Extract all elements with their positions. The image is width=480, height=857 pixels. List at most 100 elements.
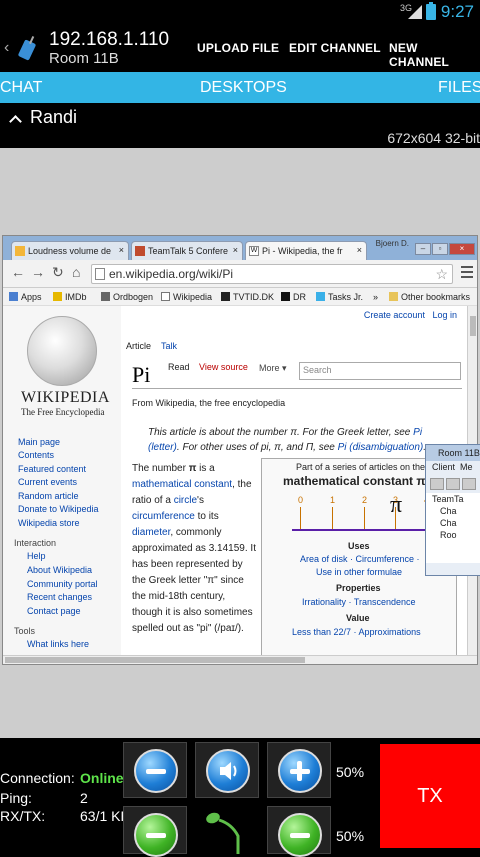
tree-item[interactable]: Cha	[432, 517, 480, 529]
infobox-links[interactable]: Less than 22/7 · Approximations	[292, 627, 421, 637]
close-icon[interactable]: ×	[357, 245, 362, 255]
bookmarks-overflow[interactable]: »	[373, 292, 378, 302]
sidebar-link[interactable]: Donate to Wikipedia	[18, 504, 99, 514]
hatnote-text: This article is about the number π. For …	[148, 427, 414, 438]
body-link[interactable]: diameter	[132, 527, 170, 538]
body-link[interactable]: circumference	[132, 511, 195, 522]
infobox-links[interactable]: Use in other formulae	[316, 567, 402, 577]
maximize-icon[interactable]: ▫	[432, 243, 448, 255]
sidebar-link[interactable]: Help	[27, 551, 46, 561]
menu-me[interactable]: Me	[460, 462, 473, 472]
bookmark-item[interactable]: Tasks Jr.	[316, 292, 363, 302]
bookmark-item[interactable]: Other bookmarks	[389, 292, 470, 302]
browser-tab-active[interactable]: W Pi - Wikipedia, the fr ×	[245, 241, 367, 260]
bookmark-item[interactable]: IMDb	[53, 292, 87, 302]
wikipedia-sidebar: WIKIPEDIA The Free Encyclopedia Main pag…	[3, 306, 121, 656]
minimize-icon[interactable]: –	[415, 243, 431, 255]
wikipedia-globe-logo[interactable]	[27, 316, 97, 386]
transmit-button[interactable]: TX	[380, 744, 480, 848]
tab-chat[interactable]: CHAT	[0, 79, 42, 97]
browser-menu-icon[interactable]	[461, 266, 473, 281]
sidebar-link[interactable]: Current events	[18, 477, 77, 487]
desktop-view[interactable]: Loudness volume de × TeamTalk 5 Confere …	[0, 148, 480, 738]
sidebar-link[interactable]: Random article	[18, 491, 79, 501]
tab-more[interactable]: More ▾	[259, 363, 287, 374]
close-icon[interactable]: ×	[233, 245, 238, 255]
sidebar-link[interactable]: Wikipedia store	[18, 518, 80, 528]
browser-tab-label: TeamTalk 5 Confere	[148, 246, 229, 256]
new-channel-button[interactable]: NEW CHANNEL	[389, 41, 480, 69]
infobox-links[interactable]: Area of disk · Circumference ·	[300, 554, 420, 564]
sidebar-link[interactable]: Contact page	[27, 606, 81, 616]
sidebar-link[interactable]: Contents	[18, 450, 54, 460]
toolbar-icon[interactable]	[446, 478, 460, 490]
number-line-mark	[300, 507, 301, 529]
tab-read[interactable]: Read	[168, 362, 190, 372]
bookmark-item[interactable]: Apps	[9, 292, 42, 302]
sidebar-link[interactable]: About Wikipedia	[27, 565, 92, 575]
browser-tab[interactable]: Loudness volume de ×	[11, 241, 129, 260]
bookmark-label: Tasks Jr.	[328, 292, 364, 302]
upload-file-button[interactable]: UPLOAD FILE	[197, 41, 279, 55]
chevron-up-icon[interactable]	[9, 115, 22, 128]
hatnote-link[interactable]: Pi (disambiguation)	[338, 442, 424, 453]
volume-up-button[interactable]	[267, 742, 331, 798]
sidebar-link[interactable]: What links here	[27, 639, 89, 649]
app-logo-icon[interactable]	[18, 35, 36, 61]
page-title: Pi	[132, 362, 151, 387]
create-account-link[interactable]: Create account	[364, 310, 425, 320]
sidebar-link[interactable]: Community portal	[27, 579, 98, 589]
close-icon[interactable]: ×	[119, 245, 124, 255]
body-link[interactable]: circle	[174, 495, 197, 506]
tree-item[interactable]: Roo	[432, 529, 480, 541]
teamtalk-window[interactable]: Room 11B Client Me TeamTa Cha Cha Roo	[425, 444, 480, 576]
bookmark-label: Wikipedia	[173, 292, 213, 302]
forward-arrow-icon[interactable]: →	[31, 264, 45, 280]
room-name: Room 11B	[49, 50, 119, 67]
number-line-tick: 2	[362, 495, 368, 505]
bookmark-label: DR	[293, 292, 306, 302]
bookmark-item[interactable]: Wikipedia	[161, 292, 212, 302]
bookmark-item[interactable]: TVTID.DK	[221, 292, 274, 302]
bookmark-label: Other bookmarks	[401, 292, 471, 302]
bookmark-item[interactable]: DR	[281, 292, 306, 302]
microphone-icon[interactable]	[200, 804, 250, 854]
tab-talk[interactable]: Talk	[161, 341, 177, 351]
reload-icon[interactable]: ↻	[52, 264, 64, 281]
sidebar-link[interactable]: Main page	[18, 437, 60, 447]
connection-status: Connection: Online	[0, 770, 124, 786]
login-link[interactable]: Log in	[432, 310, 457, 320]
edit-channel-button[interactable]: EDIT CHANNEL	[289, 41, 381, 55]
tab-article[interactable]: Article	[126, 341, 151, 351]
bookmark-star-icon[interactable]: ☆	[435, 266, 448, 283]
toolbar-icon[interactable]	[462, 478, 476, 490]
infobox-links[interactable]: Irrationality · Transcendence	[302, 597, 416, 607]
home-icon[interactable]: ⌂	[72, 264, 80, 280]
horizontal-scrollbar[interactable]	[3, 655, 477, 664]
browser-tab[interactable]: TeamTalk 5 Confere ×	[131, 241, 243, 260]
body-link[interactable]: mathematical constant	[132, 479, 232, 490]
sidebar-link[interactable]: Recent changes	[27, 592, 92, 602]
desktop-user-bar[interactable]: Randi 672x604 32-bit	[0, 103, 480, 148]
close-window-icon[interactable]: ×	[449, 243, 475, 255]
menu-client[interactable]: Client	[432, 462, 455, 472]
plus-icon	[278, 749, 322, 793]
tab-files[interactable]: FILES	[438, 79, 480, 97]
sidebar-link[interactable]: Featured content	[18, 464, 86, 474]
tab-desktops[interactable]: DESKTOPS	[200, 79, 287, 97]
status-bar: 3G 9:27	[0, 0, 480, 25]
shared-desktop-image[interactable]: Loudness volume de × TeamTalk 5 Confere …	[2, 235, 478, 665]
address-bar[interactable]: en.wikipedia.org/wiki/Pi ☆	[91, 264, 453, 284]
mic-gain-down-button[interactable]	[123, 806, 187, 857]
favicon-icon	[15, 246, 25, 256]
toolbar-icon[interactable]	[430, 478, 444, 490]
back-chevron-icon[interactable]: ‹	[4, 39, 9, 57]
mic-gain-up-button[interactable]	[267, 806, 331, 857]
wiki-search-input[interactable]: Search	[299, 362, 461, 380]
back-arrow-icon[interactable]: ←	[11, 264, 25, 280]
bookmark-item[interactable]: Ordbogen	[101, 292, 153, 302]
volume-down-button[interactable]	[123, 742, 187, 798]
speaker-mute-button[interactable]	[195, 742, 259, 798]
tab-view-source[interactable]: View source	[199, 362, 248, 372]
tree-item[interactable]: Cha	[432, 505, 480, 517]
